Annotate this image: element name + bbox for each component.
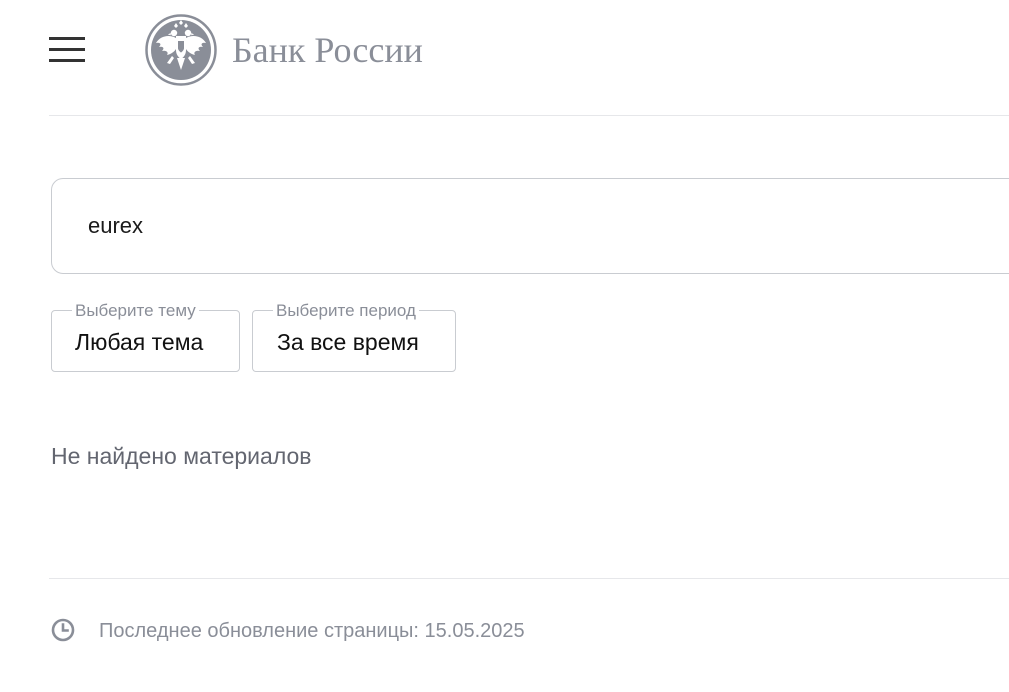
theme-filter-select[interactable]: Выберите тему Любая тема [51,301,240,372]
header-divider [49,115,1009,116]
search-box[interactable] [51,178,1009,274]
search-input[interactable] [88,209,968,243]
theme-filter-label: Выберите тему [72,301,199,321]
bank-logo-link[interactable]: Банк России [145,14,423,86]
period-filter-select[interactable]: Выберите период За все время [252,301,456,372]
double-headed-eagle-emblem-icon [145,14,217,86]
period-filter-value: За все время [277,329,419,355]
period-filter-label: Выберите период [273,301,419,321]
theme-filter-value: Любая тема [75,329,204,355]
clock-icon [51,618,75,642]
footer-divider [49,578,1009,579]
search-page: Банк России Выберите тему Любая тема Выб… [0,0,1009,692]
hamburger-menu-icon[interactable] [49,37,85,62]
no-results-message: Не найдено материалов [51,443,312,469]
last-update-text: Последнее обновление страницы: 15.05.202… [99,620,525,642]
bank-name: Банк России [232,30,423,70]
